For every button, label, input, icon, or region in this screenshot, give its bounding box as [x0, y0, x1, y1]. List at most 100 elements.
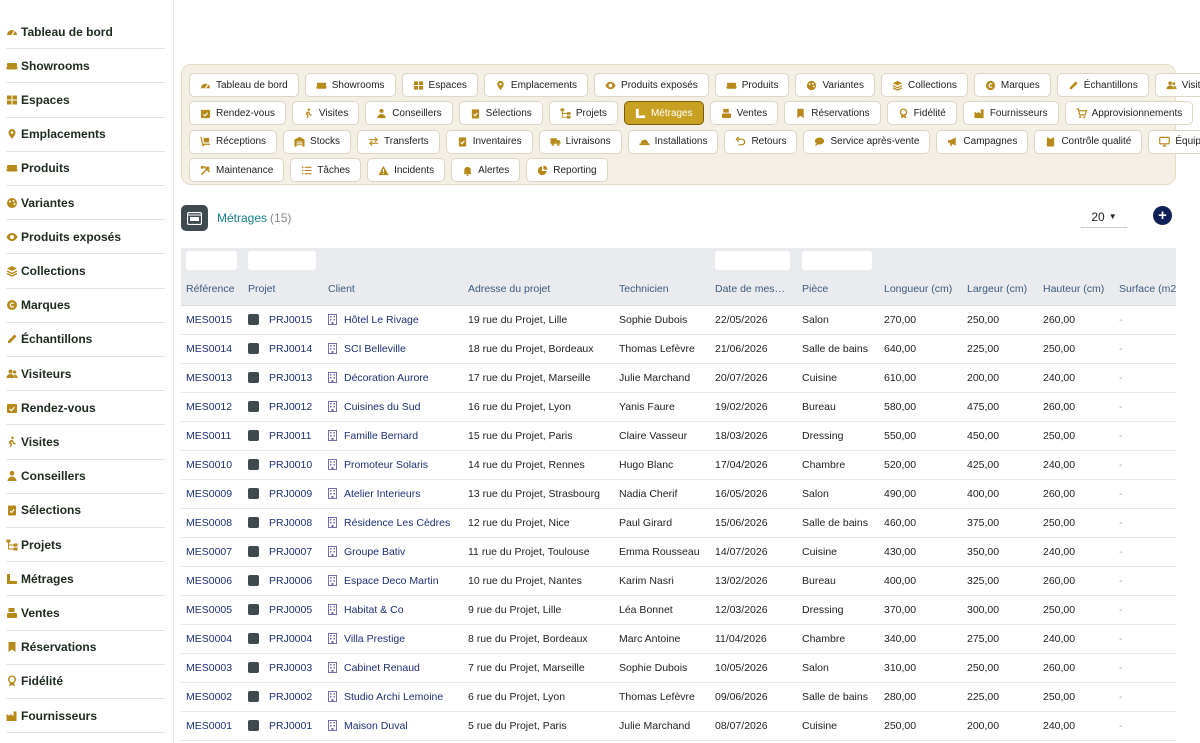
cell-projet[interactable]: PRJ0012 — [248, 400, 312, 413]
cell-client[interactable]: Villa Prestige — [328, 632, 405, 645]
add-record-button[interactable]: + — [1153, 206, 1172, 225]
column-header-largeur[interactable]: Largeur (cm) — [967, 283, 1027, 295]
table-row[interactable]: MES0011 PRJ0011 Famille Bernard 15 rue du P… — [181, 422, 1176, 451]
tab-projets[interactable]: Projets — [548, 101, 618, 126]
sidebar-item-emplacements[interactable]: Emplacements — [6, 118, 165, 152]
per-page-select[interactable]: 20 ▼ — [1081, 206, 1127, 228]
sidebar-item-rendez-vous[interactable]: Rendez-vous — [6, 391, 165, 426]
sidebar-item-marques[interactable]: Marques — [6, 289, 165, 323]
table-row[interactable]: MES0015 PRJ0015 Hôtel Le Rivage 19 rue du P… — [181, 306, 1176, 335]
cell-projet[interactable]: PRJ0006 — [248, 574, 312, 587]
cell-client[interactable]: SCI Belleville — [328, 342, 406, 355]
tab-produits[interactable]: Produits — [714, 73, 790, 98]
cell-reference[interactable]: MES0014 — [186, 343, 232, 355]
tab-livraisons[interactable]: Livraisons — [538, 129, 622, 154]
tab-metrages[interactable]: Métrages — [623, 101, 704, 126]
sidebar-item-selections[interactable]: Sélections — [6, 494, 165, 528]
cell-reference[interactable]: MES0006 — [186, 575, 232, 587]
table-row[interactable]: MES0002 PRJ0002 Studio Archi Lemoine 6 rue … — [181, 683, 1176, 712]
tab-reservations[interactable]: Réservations — [784, 101, 881, 126]
tab-echantillons[interactable]: Échantillons — [1056, 73, 1149, 98]
sidebar-item-conseillers[interactable]: Conseillers — [6, 460, 165, 494]
tab-fidelite[interactable]: Fidélité — [886, 101, 957, 126]
tab-tableau-de-bord[interactable]: Tableau de bord — [189, 73, 299, 98]
tab-produits-exposes[interactable]: Produits exposés — [594, 73, 709, 98]
cell-projet[interactable]: PRJ0013 — [248, 371, 312, 384]
cell-projet[interactable]: PRJ0002 — [248, 690, 312, 703]
table-row[interactable]: MES0014 PRJ0014 SCI Belleville 18 rue du Pr… — [181, 335, 1176, 364]
tab-selections[interactable]: Sélections — [458, 101, 543, 126]
cell-client[interactable]: Promoteur Solaris — [328, 458, 428, 471]
cell-client[interactable]: Résidence Les Cèdres — [328, 516, 450, 529]
tab-receptions[interactable]: Réceptions — [189, 129, 278, 154]
cell-client[interactable]: Atelier Interieurs — [328, 487, 420, 500]
sidebar-item-showrooms[interactable]: Showrooms — [6, 49, 165, 84]
cell-client[interactable]: Groupe Bativ — [328, 545, 405, 558]
cell-client[interactable]: Maison Duval — [328, 719, 408, 732]
column-header-client[interactable]: Client — [328, 283, 355, 295]
column-header-longueur[interactable]: Longueur (cm) — [884, 283, 952, 295]
column-header-date[interactable]: Date de mes… — [715, 283, 785, 295]
tab-stocks[interactable]: Stocks — [283, 129, 352, 154]
tab-equipements[interactable]: Équipements — [1148, 129, 1200, 154]
tab-transferts[interactable]: Transferts — [357, 129, 440, 154]
cell-client[interactable]: Studio Archi Lemoine — [328, 690, 443, 703]
tab-installations[interactable]: Installations — [627, 129, 719, 154]
cell-projet[interactable]: PRJ0003 — [248, 661, 312, 674]
table-row[interactable]: MES0008 PRJ0008 Résidence Les Cèdres 12 rue… — [181, 509, 1176, 538]
tab-conseillers[interactable]: Conseillers — [365, 101, 453, 126]
tab-taches[interactable]: Tâches — [290, 158, 362, 183]
tab-rendez-vous[interactable]: Rendez-vous — [189, 101, 286, 126]
cell-client[interactable]: Espace Deco Martin — [328, 574, 439, 587]
sidebar-item-fournisseurs[interactable]: Fournisseurs — [6, 699, 165, 734]
tab-retours[interactable]: Retours — [724, 129, 798, 154]
tab-inventaires[interactable]: Inventaires — [445, 129, 533, 154]
cell-reference[interactable]: MES0007 — [186, 546, 232, 558]
cell-reference[interactable]: MES0010 — [186, 459, 232, 471]
cell-reference[interactable]: MES0013 — [186, 372, 232, 384]
tab-reporting[interactable]: Reporting — [526, 158, 608, 183]
table-row[interactable]: MES0013 PRJ0013 Décoration Aurore 17 rue du… — [181, 364, 1176, 393]
cell-reference[interactable]: MES0011 — [186, 430, 231, 442]
cell-projet[interactable]: PRJ0009 — [248, 487, 312, 500]
filter-input-date[interactable] — [715, 251, 790, 270]
sidebar-item-ventes[interactable]: Ventes — [6, 596, 165, 631]
cell-projet[interactable]: PRJ0014 — [248, 342, 312, 355]
tab-fournisseurs[interactable]: Fournisseurs — [962, 101, 1059, 126]
tab-service-apres-vente[interactable]: Service après-vente — [803, 129, 931, 154]
sidebar-item-produits[interactable]: Produits — [6, 152, 165, 186]
table-row[interactable]: MES0010 PRJ0010 Promoteur Solaris 14 rue du… — [181, 451, 1176, 480]
table-row[interactable]: MES0012 PRJ0012 Cuisines du Sud 16 rue du P… — [181, 393, 1176, 422]
sidebar-item-projets[interactable]: Projets — [6, 528, 165, 563]
column-header-piece[interactable]: Pièce — [802, 283, 828, 295]
table-row[interactable]: MES0005 PRJ0005 Habitat & Co 9 rue du Proje… — [181, 596, 1176, 625]
sidebar-item-echantillons[interactable]: Échantillons — [6, 323, 165, 357]
cell-projet[interactable]: PRJ0010 — [248, 458, 312, 471]
table-row[interactable]: MES0004 PRJ0004 Villa Prestige 8 rue du Pro… — [181, 625, 1176, 654]
column-header-adresse[interactable]: Adresse du projet — [468, 283, 550, 295]
tab-visites[interactable]: Visites — [291, 101, 360, 126]
cell-projet[interactable]: PRJ0011 — [248, 429, 311, 442]
sidebar-item-collections[interactable]: Collections — [6, 254, 165, 289]
column-header-reference[interactable]: Référence — [186, 283, 234, 295]
table-row[interactable]: MES0001 PRJ0001 Maison Duval 5 rue du Proje… — [181, 712, 1176, 741]
tab-variantes[interactable]: Variantes — [795, 73, 875, 98]
sidebar-item-visites[interactable]: Visites — [6, 425, 165, 460]
cell-reference[interactable]: MES0008 — [186, 517, 232, 529]
sidebar-item-visiteurs[interactable]: Visiteurs — [6, 357, 165, 392]
tab-espaces[interactable]: Espaces — [401, 73, 478, 98]
cell-client[interactable]: Hôtel Le Rivage — [328, 313, 419, 326]
cell-reference[interactable]: MES0012 — [186, 401, 232, 413]
cell-projet[interactable]: PRJ0001 — [248, 719, 312, 732]
tab-maintenance[interactable]: Maintenance — [189, 158, 285, 183]
cell-reference[interactable]: MES0004 — [186, 633, 232, 645]
cell-reference[interactable]: MES0009 — [186, 488, 232, 500]
cell-client[interactable]: Cuisines du Sud — [328, 400, 420, 413]
sidebar-item-reservations[interactable]: Réservations — [6, 631, 165, 665]
cell-client[interactable]: Cabinet Renaud — [328, 661, 420, 674]
cell-client[interactable]: Décoration Aurore — [328, 371, 429, 384]
cell-projet[interactable]: PRJ0004 — [248, 632, 312, 645]
column-header-hauteur[interactable]: Hauteur (cm) — [1043, 283, 1104, 295]
tab-collections[interactable]: Collections — [880, 73, 968, 98]
sidebar-item-produits-exposes[interactable]: Produits exposés — [6, 220, 165, 255]
